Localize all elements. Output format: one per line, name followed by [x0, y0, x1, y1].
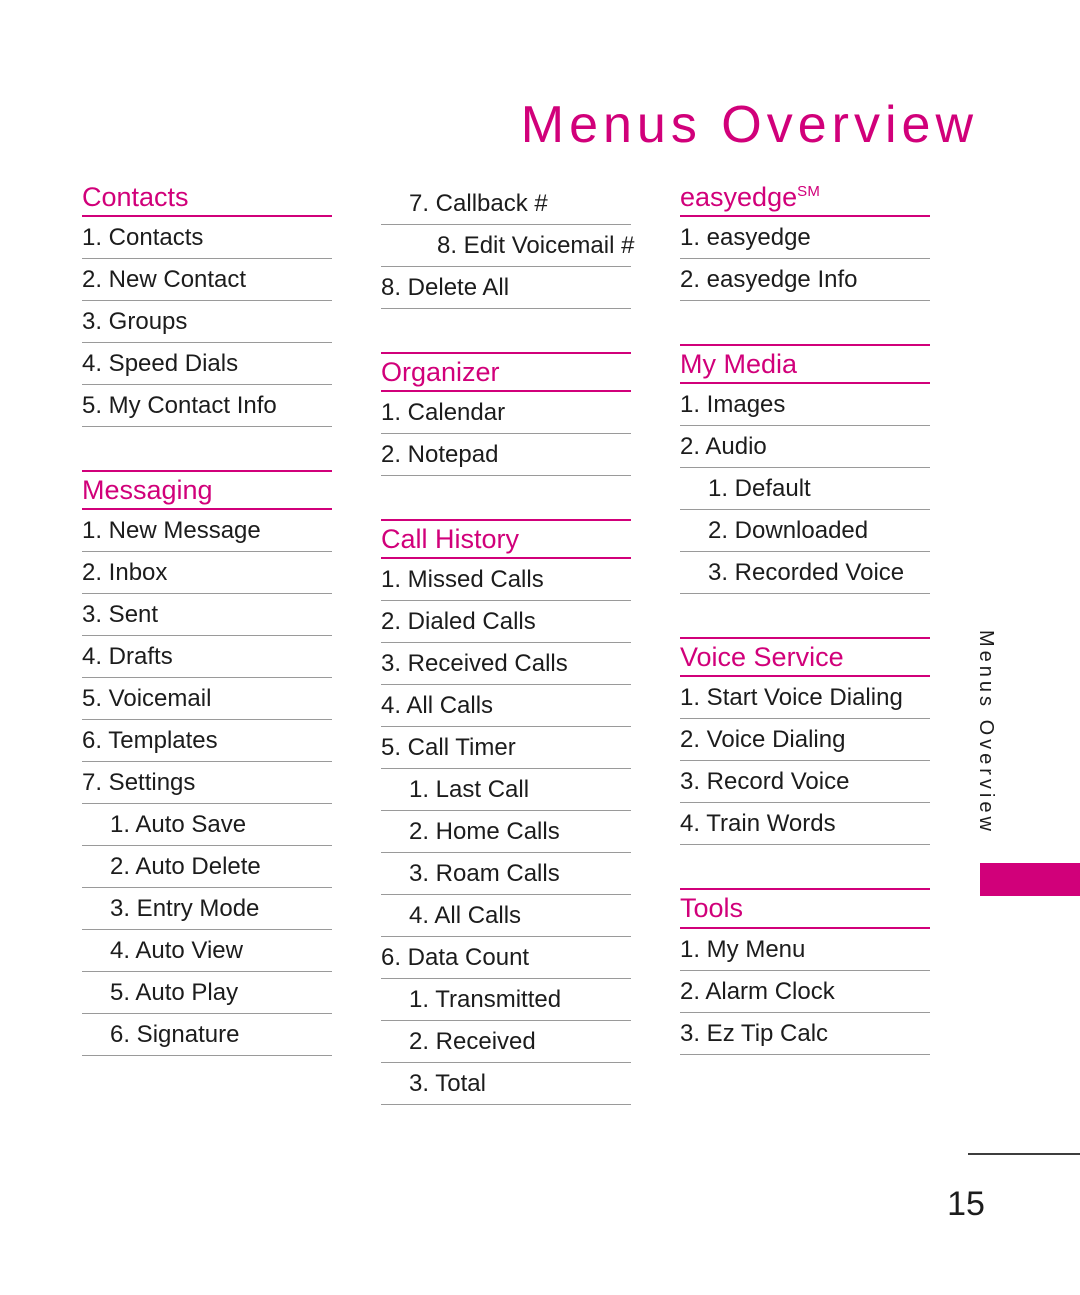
menu-item[interactable]: 2. New Contact	[82, 259, 332, 302]
menu-item[interactable]: 4. Speed Dials	[82, 343, 332, 386]
menu-item[interactable]: 1. easyedge	[680, 217, 930, 260]
menu-item[interactable]: 3. Entry Mode	[82, 888, 332, 931]
menu-item[interactable]: 2. Dialed Calls	[381, 601, 631, 644]
menu-column: 7. Callback #8. Edit Voicemail #8. Delet…	[381, 183, 634, 1106]
menu-item[interactable]: 1. New Message	[82, 510, 332, 553]
menu-item[interactable]: 2. Received	[381, 1021, 631, 1064]
page-number: 15	[947, 1185, 985, 1223]
menu-item[interactable]: 1. Auto Save	[82, 804, 332, 847]
service-mark-superscript: SM	[797, 183, 821, 200]
menu-item[interactable]: 3. Sent	[82, 594, 332, 637]
menu-item[interactable]: 2. easyedge Info	[680, 259, 930, 302]
menu-item[interactable]: 8. Edit Voicemail #	[381, 225, 634, 267]
menu-item[interactable]: 3. Groups	[82, 301, 332, 344]
menu-item[interactable]: 1. Default	[680, 468, 930, 511]
footer-divider	[968, 1153, 1080, 1155]
menu-item-list: 1. Images 2. Audio 1. Default 2. Downloaded…	[680, 384, 930, 595]
menu-item[interactable]: 8. Delete All	[381, 267, 631, 309]
menu-item-list: 1. Missed Calls 2. Dialed Calls 3. Receive…	[381, 559, 631, 1106]
menu-item-list: 1. Calendar 2. Notepad	[381, 392, 631, 477]
menu-item[interactable]: 1. Missed Calls	[381, 559, 631, 602]
menu-item[interactable]: 6. Signature	[82, 1014, 332, 1057]
menu-item[interactable]: 2. Alarm Clock	[680, 971, 930, 1013]
menu-item[interactable]: 1. Calendar	[381, 392, 631, 435]
menu-item-list: 1. easyedge 2. easyedge Info	[680, 217, 930, 302]
menu-item-list: 1. Contacts 2. New Contact 3. Groups 4. Spe…	[82, 217, 332, 428]
menu-column: easyedgeSM 1. easyedge 2. easyedge Info My …	[680, 182, 930, 1105]
section-heading: Messaging	[82, 476, 332, 511]
section-top-rule	[680, 344, 930, 347]
menu-section: Contacts 1. Contacts 2. New Contact 3. Grou…	[82, 182, 332, 428]
menu-item[interactable]: 2. Home Calls	[381, 811, 631, 854]
menu-item[interactable]: 6. Templates	[82, 720, 332, 763]
section-heading: My Media	[680, 350, 930, 385]
menu-section: My Media 1. Images 2. Audio 1. Default 2. Do…	[680, 344, 930, 595]
menu-item[interactable]: 3. Ez Tip Calc	[680, 1013, 930, 1055]
section-heading: Call History	[381, 525, 631, 560]
menu-item[interactable]: 5. Call Timer	[381, 727, 631, 770]
section-heading: easyedgeSM	[680, 182, 930, 218]
side-tab-marker	[980, 863, 1080, 896]
section-top-rule	[381, 352, 631, 354]
menu-section: Voice Service 1. Start Voice Dialing 2. Vo…	[680, 637, 930, 846]
menu-item[interactable]: 4. Train Words	[680, 803, 930, 846]
menu-item[interactable]: 2. Downloaded	[680, 510, 930, 553]
menu-item[interactable]: 5. Voicemail	[82, 678, 332, 721]
menu-section: Call History 1. Missed Calls 2. Dialed Cal…	[381, 519, 631, 1106]
menu-item[interactable]: 1. Start Voice Dialing	[680, 677, 930, 720]
section-top-rule	[680, 637, 930, 640]
menu-section: Tools 1. My Menu 2. Alarm Clock 3. Ez Tip C…	[680, 888, 930, 1055]
menu-item[interactable]: 2. Audio	[680, 426, 930, 469]
menu-item[interactable]: 3. Received Calls	[381, 643, 631, 686]
menu-item[interactable]: 4. Auto View	[82, 930, 332, 973]
menu-item[interactable]: 2. Inbox	[82, 552, 332, 595]
section-top-rule	[82, 470, 332, 473]
section-heading: Organizer	[381, 357, 631, 393]
menu-item[interactable]: 7. Callback #	[381, 183, 631, 225]
menu-item[interactable]: 7. Settings	[82, 762, 332, 805]
menu-item-list: 1. Start Voice Dialing 2. Voice Dialing 3.…	[680, 677, 930, 846]
section-top-rule	[680, 888, 930, 891]
side-tab-label: Menus Overview	[975, 630, 997, 835]
menu-item-list: 7. Callback #8. Edit Voicemail #8. Delet…	[381, 183, 634, 309]
menu-item[interactable]: 2. Voice Dialing	[680, 719, 930, 762]
page-title: Menus Overview	[520, 95, 978, 154]
menu-item[interactable]: 5. My Contact Info	[82, 385, 332, 428]
menu-item[interactable]: 3. Total	[381, 1063, 631, 1106]
menu-item[interactable]: 2. Notepad	[381, 434, 631, 477]
menu-item[interactable]: 6. Data Count	[381, 937, 631, 980]
section-top-rule	[381, 519, 631, 522]
menu-column: Contacts 1. Contacts 2. New Contact 3. Grou…	[82, 182, 332, 1105]
menu-item[interactable]: 5. Auto Play	[82, 972, 332, 1015]
menu-item-list: 1. New Message 2. Inbox 3. Sent 4. Drafts 5.…	[82, 510, 332, 1057]
section-heading: Contacts	[82, 182, 332, 218]
menu-section: Organizer 1. Calendar 2. Notepad	[381, 352, 631, 477]
menu-section: easyedgeSM 1. easyedge 2. easyedge Info	[680, 182, 930, 302]
menu-item[interactable]: 2. Auto Delete	[82, 846, 332, 889]
menu-item[interactable]: 4. All Calls	[381, 895, 631, 938]
menu-item[interactable]: 1. Last Call	[381, 769, 631, 812]
menu-item[interactable]: 3. Recorded Voice	[680, 552, 930, 595]
menu-item[interactable]: 3. Record Voice	[680, 761, 930, 804]
menu-item[interactable]: 3. Roam Calls	[381, 853, 631, 896]
menu-item[interactable]: 4. All Calls	[381, 685, 631, 728]
menu-item[interactable]: 4. Drafts	[82, 636, 332, 679]
menu-section: 7. Callback #8. Edit Voicemail #8. Delet…	[381, 183, 634, 309]
section-heading: Tools	[680, 894, 930, 929]
menu-item[interactable]: 1. My Menu	[680, 929, 930, 971]
menu-section: Messaging 1. New Message 2. Inbox 3. Sent 4.…	[82, 470, 332, 1057]
menu-item[interactable]: 1. Transmitted	[381, 979, 631, 1022]
menu-item-list: 1. My Menu 2. Alarm Clock 3. Ez Tip Calc	[680, 929, 930, 1055]
menu-item[interactable]: 1. Contacts	[82, 217, 332, 260]
menu-item[interactable]: 1. Images	[680, 384, 930, 427]
menus-columns: Contacts 1. Contacts 2. New Contact 3. Grou…	[82, 182, 930, 1106]
section-heading: Voice Service	[680, 643, 930, 678]
